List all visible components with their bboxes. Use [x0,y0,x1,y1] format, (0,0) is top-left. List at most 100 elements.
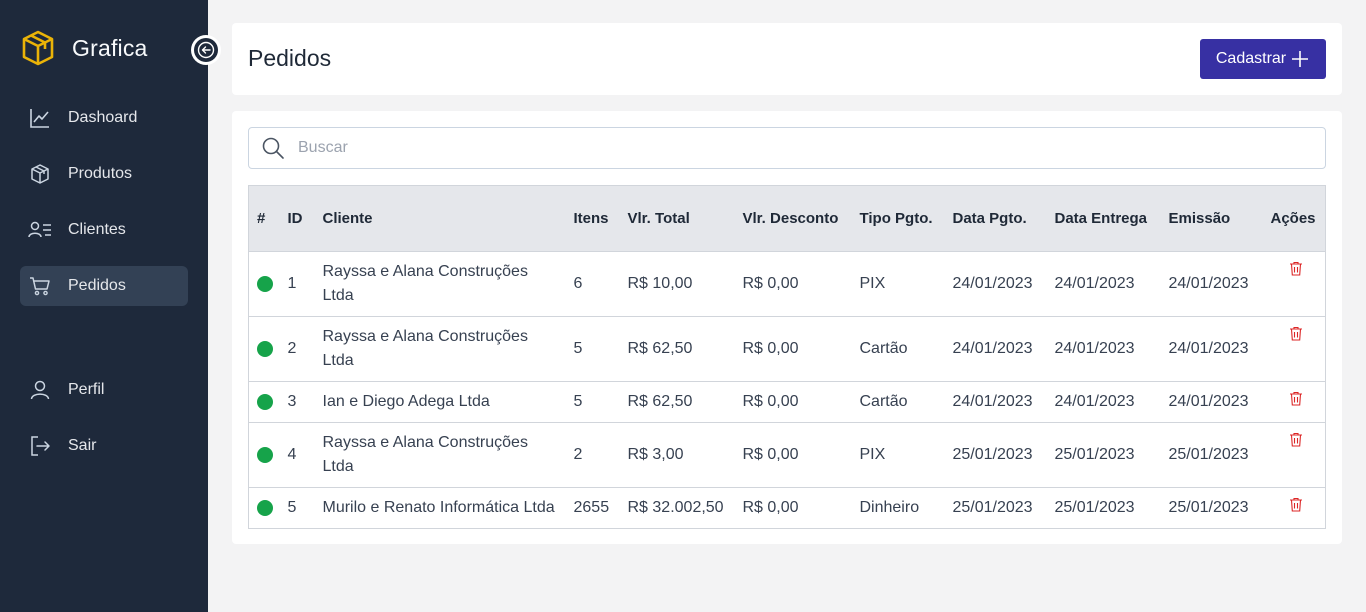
cell-emissao: 24/01/2023 [1164,251,1267,317]
table-row[interactable]: 5 Murilo e Renato Informática Ltda 2655 … [248,487,1326,529]
cell-total: R$ 3,00 [623,422,739,488]
table-row[interactable]: 2 Rayssa e Alana Construções Ltda 5 R$ 6… [248,316,1326,382]
cell-itens: 2655 [569,487,624,529]
cell-data-entrega: 25/01/2023 [1050,487,1165,529]
cell-tipo: Cartão [855,316,949,382]
brand[interactable]: Grafica [22,30,148,66]
orders-panel: # ID Cliente Itens Vlr. Total Vlr. Desco… [232,111,1342,544]
col-acoes-header: Ações [1270,209,1316,227]
sidebar-item-sair[interactable]: Sair [20,426,188,466]
box-icon [28,162,52,186]
cell-id: 5 [283,487,317,529]
cell-desconto: R$ 0,00 [738,381,856,423]
cell-id: 2 [283,316,317,382]
sidebar-item-pedidos[interactable]: Pedidos [20,266,188,306]
table-row[interactable]: 1 Rayssa e Alana Construções Ltda 6 R$ 1… [248,251,1326,317]
cell-desconto: R$ 0,00 [738,316,856,382]
cell-data-entrega: 25/01/2023 [1050,422,1165,488]
plus-icon [1292,51,1309,67]
sidebar-item-label: Sair [68,437,97,454]
cell-emissao: 24/01/2023 [1164,316,1267,382]
cell-id: 3 [283,381,317,423]
col-status-header: # [257,209,266,227]
cadastrar-button[interactable]: Cadastrar [1200,39,1326,79]
search-box[interactable] [248,127,1326,169]
sidebar: Grafica Dashoard Produtos Clientes Pedid… [0,0,221,612]
cell-data-entrega: 24/01/2023 [1050,316,1165,382]
sidebar-item-label: Pedidos [68,277,126,294]
delete-icon[interactable] [1289,390,1303,414]
user-icon [28,378,52,402]
cell-tipo: Cartão [855,381,949,423]
cell-cliente: Rayssa e Alana Construções Ltda [316,316,570,382]
table-row[interactable]: 4 Rayssa e Alana Construções Ltda 2 R$ 3… [248,422,1326,488]
delete-icon[interactable] [1289,325,1303,349]
sidebar-item-perfil[interactable]: Perfil [20,370,188,410]
cell-total: R$ 62,50 [623,316,739,382]
cart-icon [28,274,52,298]
logout-icon [28,434,52,458]
status-dot [257,340,273,357]
col-itens-header[interactable]: Itens [570,186,624,252]
table-header-row: # ID Cliente Itens Vlr. Total Vlr. Desco… [248,185,1326,252]
cell-cliente: Ian e Diego Adega Ltda [316,381,570,423]
status-dot [257,446,273,463]
cell-desconto: R$ 0,00 [738,251,856,317]
cell-id: 1 [283,251,317,317]
page-header: Pedidos Cadastrar [232,23,1342,95]
cell-desconto: R$ 0,00 [738,487,856,529]
cell-itens: 5 [569,381,624,423]
cell-cliente: Rayssa e Alana Construções Ltda [316,251,570,317]
cell-data-pgto: 25/01/2023 [948,487,1051,529]
cell-emissao: 25/01/2023 [1164,422,1267,488]
sidebar-item-dashboard[interactable]: Dashoard [20,98,188,138]
cell-itens: 6 [569,251,624,317]
app-name: Grafica [72,34,148,61]
cell-emissao: 25/01/2023 [1164,487,1267,529]
status-dot [257,499,273,516]
col-data-pgto-header[interactable]: Data Pgto. [949,186,1051,252]
sidebar-item-label: Produtos [68,165,133,182]
col-cliente-header[interactable]: Cliente [317,186,570,252]
sidebar-item-produtos[interactable]: Produtos [20,154,188,194]
table-row[interactable]: 3 Ian e Diego Adega Ltda 5 R$ 62,50 R$ 0… [248,381,1326,423]
sidebar-item-label: Dashoard [68,109,138,126]
arrow-left-circle-icon [197,41,215,59]
sidebar-item-clientes[interactable]: Clientes [20,210,188,250]
cell-total: R$ 62,50 [623,381,739,423]
col-id-header[interactable]: ID [284,186,317,252]
cell-data-entrega: 24/01/2023 [1050,251,1165,317]
col-desconto-header[interactable]: Vlr. Desconto [739,186,856,252]
cell-tipo: PIX [855,422,949,488]
delete-icon[interactable] [1289,260,1303,284]
collapse-sidebar-button[interactable] [191,35,221,65]
orders-table: # ID Cliente Itens Vlr. Total Vlr. Desco… [248,185,1326,529]
cell-data-pgto: 24/01/2023 [948,251,1051,317]
search-icon [262,137,284,159]
col-total-header[interactable]: Vlr. Total [624,186,739,252]
cell-itens: 5 [569,316,624,382]
cell-id: 4 [283,422,317,488]
cell-data-pgto: 24/01/2023 [948,381,1051,423]
page-title: Pedidos [248,45,332,71]
cell-data-entrega: 24/01/2023 [1050,381,1165,423]
cell-total: R$ 32.002,50 [623,487,739,529]
delete-icon[interactable] [1289,431,1303,455]
delete-icon[interactable] [1289,496,1303,520]
col-data-entrega-header[interactable]: Data Entrega [1051,186,1165,252]
col-emissao-header[interactable]: Emissão [1165,186,1267,252]
sidebar-item-label: Clientes [68,221,126,238]
status-dot [257,275,273,292]
cadastrar-button-label: Cadastrar [1215,50,1287,67]
cell-desconto: R$ 0,00 [738,422,856,488]
cell-cliente: Rayssa e Alana Construções Ltda [316,422,570,488]
cell-tipo: Dinheiro [855,487,949,529]
cell-data-pgto: 25/01/2023 [948,422,1051,488]
cell-data-pgto: 24/01/2023 [948,316,1051,382]
col-tipo-header[interactable]: Tipo Pgto. [856,186,949,252]
cell-cliente: Murilo e Renato Informática Ltda [316,487,570,529]
users-list-icon [28,218,52,242]
search-input[interactable] [298,139,1298,157]
cell-tipo: PIX [855,251,949,317]
box-logo-icon [22,30,54,66]
